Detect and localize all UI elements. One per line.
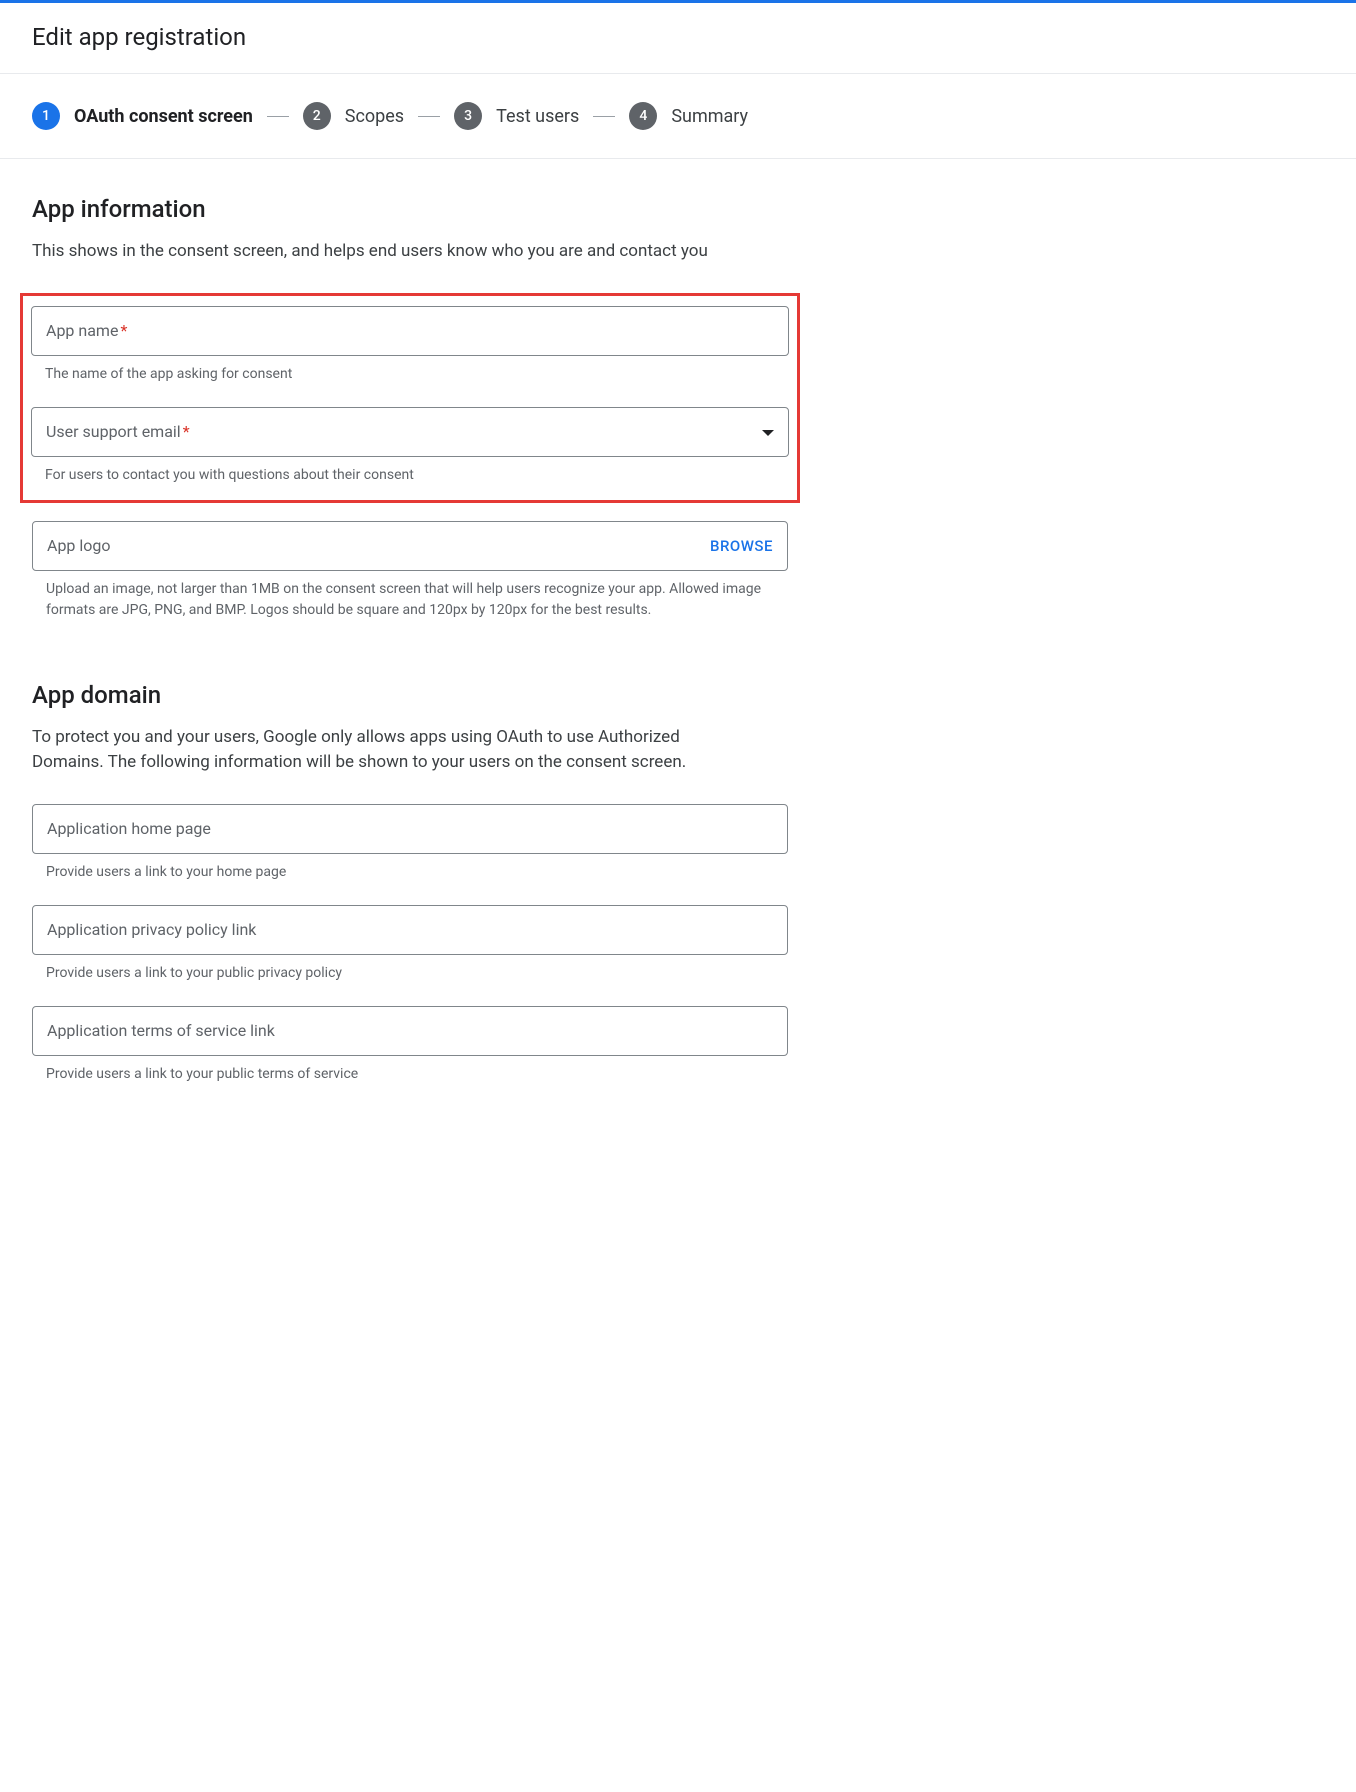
field-helper: Provide users a link to your home page — [32, 862, 788, 883]
step-number: 2 — [303, 102, 331, 130]
step-number: 4 — [629, 102, 657, 130]
required-asterisk: * — [183, 422, 190, 441]
field-label: Application privacy policy link — [47, 920, 256, 939]
step-oauth-consent[interactable]: 1 OAuth consent screen — [32, 102, 253, 130]
field-helper: For users to contact you with questions … — [31, 465, 789, 486]
field-label: App logo — [47, 536, 111, 555]
highlighted-required-fields: App name* The name of the app asking for… — [20, 293, 800, 503]
step-summary[interactable]: 4 Summary — [629, 102, 748, 130]
app-domain-desc: To protect you and your users, Google on… — [32, 725, 752, 776]
field-label: User support email* — [46, 422, 190, 441]
field-label: Application terms of service link — [47, 1021, 275, 1040]
field-helper: The name of the app asking for consent — [31, 364, 789, 385]
step-separator — [593, 116, 615, 117]
support-email-field-wrap: User support email* For users to contact… — [31, 407, 789, 486]
app-domain-heading: App domain — [32, 681, 788, 709]
tos-link-input[interactable]: Application terms of service link — [32, 1006, 788, 1056]
step-separator — [418, 116, 440, 117]
step-number: 1 — [32, 102, 60, 130]
step-scopes[interactable]: 2 Scopes — [303, 102, 404, 130]
app-logo-input[interactable]: App logo BROWSE — [32, 521, 788, 571]
browse-button[interactable]: BROWSE — [710, 537, 773, 555]
app-logo-field-wrap: App logo BROWSE Upload an image, not lar… — [32, 521, 788, 621]
step-test-users[interactable]: 3 Test users — [454, 102, 579, 130]
home-page-input[interactable]: Application home page — [32, 804, 788, 854]
privacy-link-input[interactable]: Application privacy policy link — [32, 905, 788, 955]
app-name-field-wrap: App name* The name of the app asking for… — [31, 306, 789, 385]
privacy-link-field-wrap: Application privacy policy link Provide … — [32, 905, 788, 984]
step-label: Summary — [671, 106, 748, 127]
chevron-down-icon — [762, 424, 774, 440]
field-helper: Provide users a link to your public priv… — [32, 963, 788, 984]
step-label: Test users — [496, 106, 579, 127]
field-label: App name* — [46, 321, 127, 340]
required-asterisk: * — [120, 321, 127, 340]
app-info-heading: App information — [32, 195, 788, 223]
page-title: Edit app registration — [32, 23, 1324, 51]
step-label: OAuth consent screen — [74, 106, 253, 127]
step-number: 3 — [454, 102, 482, 130]
tos-link-field-wrap: Application terms of service link Provid… — [32, 1006, 788, 1085]
field-helper: Upload an image, not larger than 1MB on … — [32, 579, 788, 621]
support-email-select[interactable]: User support email* — [31, 407, 789, 457]
app-info-desc: This shows in the consent screen, and he… — [32, 239, 752, 265]
form-content: App information This shows in the consen… — [0, 159, 820, 1147]
field-label: Application home page — [47, 819, 211, 838]
page-header: Edit app registration — [0, 3, 1356, 74]
app-name-input[interactable]: App name* — [31, 306, 789, 356]
step-label: Scopes — [345, 106, 404, 127]
field-helper: Provide users a link to your public term… — [32, 1064, 788, 1085]
stepper: 1 OAuth consent screen 2 Scopes 3 Test u… — [0, 74, 1356, 159]
step-separator — [267, 116, 289, 117]
home-page-field-wrap: Application home page Provide users a li… — [32, 804, 788, 883]
